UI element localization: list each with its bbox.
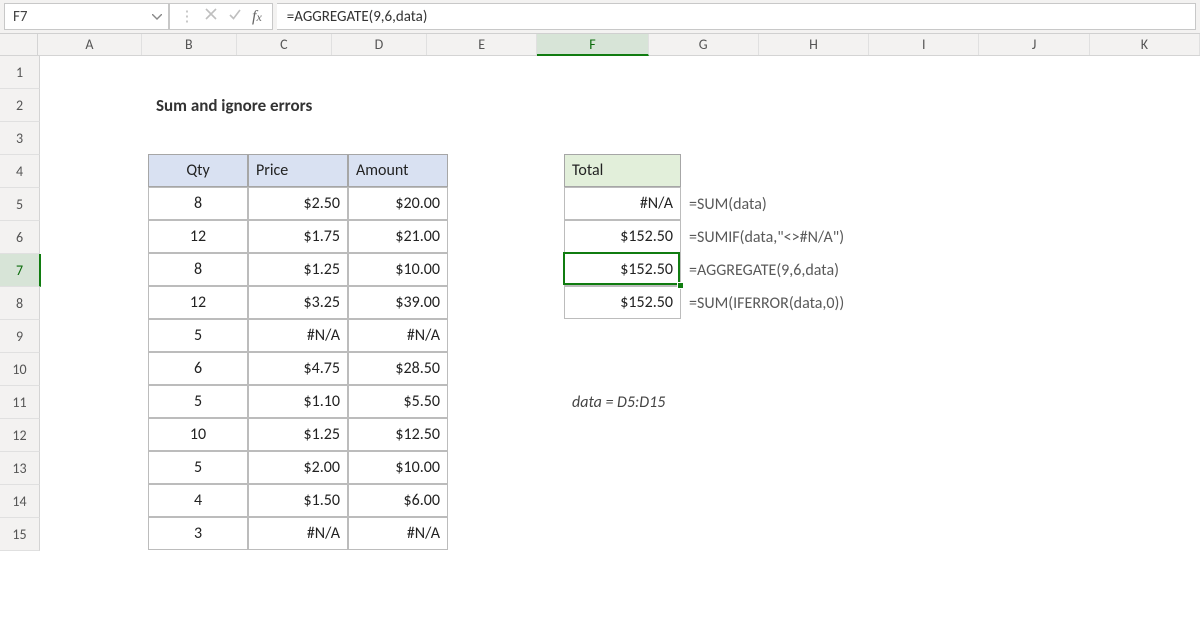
cell-qty[interactable]: 5	[148, 319, 248, 352]
cell-price[interactable]: $2.00	[248, 451, 348, 484]
cell-amount[interactable]: $10.00	[348, 451, 448, 484]
formula-bar: F7 ⋮ fx =AGGREGATE(9,6,data)	[0, 0, 1200, 34]
divider-icon: ⋮	[178, 7, 196, 26]
row-header-9[interactable]: 9	[0, 320, 40, 353]
cell-amount[interactable]: $5.50	[348, 385, 448, 418]
cell-price[interactable]: $4.75	[248, 352, 348, 385]
formula-annotation: =SUM(data)	[682, 188, 1002, 221]
named-range-note: data = D5:D15	[565, 386, 815, 419]
cell-qty[interactable]: 6	[148, 352, 248, 385]
table-header-price[interactable]: Price	[248, 154, 348, 187]
row-header-14[interactable]: 14	[0, 485, 40, 518]
chevron-down-icon[interactable]	[152, 10, 162, 23]
row-header-11[interactable]: 11	[0, 386, 40, 419]
col-header-E[interactable]: E	[427, 34, 537, 55]
formula-annotation: =SUM(IFERROR(data,0))	[682, 287, 1002, 320]
row-header-2[interactable]: 2	[0, 89, 40, 122]
cell-total[interactable]: $152.50	[564, 220, 681, 253]
row-header-7[interactable]: 7	[0, 254, 41, 287]
cell-qty[interactable]: 5	[148, 451, 248, 484]
col-header-J[interactable]: J	[979, 34, 1089, 55]
cell-price[interactable]: #N/A	[248, 517, 348, 550]
cell-qty[interactable]: 4	[148, 484, 248, 517]
cell-price[interactable]: $1.25	[248, 418, 348, 451]
row-header-4[interactable]: 4	[0, 155, 40, 188]
col-header-H[interactable]: H	[759, 34, 869, 55]
cell-amount[interactable]: $28.50	[348, 352, 448, 385]
cell-grid[interactable]: Sum and ignore errors QtyPriceAmount 8$2.5…	[40, 56, 1200, 551]
row-header-10[interactable]: 10	[0, 353, 40, 386]
row-header-12[interactable]: 12	[0, 419, 40, 452]
col-header-D[interactable]: D	[332, 34, 427, 55]
cell-total[interactable]: #N/A	[564, 187, 681, 220]
select-all-corner[interactable]	[0, 34, 38, 55]
fill-handle[interactable]	[677, 282, 684, 289]
col-header-G[interactable]: G	[649, 34, 759, 55]
cell-qty[interactable]: 8	[148, 187, 248, 220]
cell-price[interactable]: $1.25	[248, 253, 348, 286]
col-header-K[interactable]: K	[1090, 34, 1200, 55]
cell-amount[interactable]: $12.50	[348, 418, 448, 451]
row-header-6[interactable]: 6	[0, 221, 40, 254]
page-title: Sum and ignore errors	[149, 89, 549, 122]
name-box[interactable]: F7	[4, 3, 169, 30]
cell-amount[interactable]: #N/A	[348, 319, 448, 352]
formula-annotation: =SUMIF(data,"<>#N/A")	[682, 221, 1002, 254]
cell-amount[interactable]: $6.00	[348, 484, 448, 517]
cell-price[interactable]: $1.10	[248, 385, 348, 418]
cell-total[interactable]: $152.50	[564, 286, 681, 319]
formula-annotation: =AGGREGATE(9,6,data)	[682, 254, 1002, 287]
cell-qty[interactable]: 10	[148, 418, 248, 451]
table-header-amount[interactable]: Amount	[348, 154, 448, 187]
table-header-total[interactable]: Total	[564, 154, 681, 187]
formula-input[interactable]: =AGGREGATE(9,6,data)	[277, 3, 1196, 30]
formula-text: =AGGREGATE(9,6,data)	[287, 8, 428, 26]
cell-price[interactable]: $2.50	[248, 187, 348, 220]
cell-qty[interactable]: 12	[148, 220, 248, 253]
col-header-C[interactable]: C	[237, 34, 332, 55]
col-header-A[interactable]: A	[38, 34, 142, 55]
cell-qty[interactable]: 3	[148, 517, 248, 550]
cell-amount[interactable]: #N/A	[348, 517, 448, 550]
cell-price[interactable]: $3.25	[248, 286, 348, 319]
cell-amount[interactable]: $21.00	[348, 220, 448, 253]
col-header-F[interactable]: F	[537, 34, 648, 56]
cell-amount[interactable]: $39.00	[348, 286, 448, 319]
row-header-13[interactable]: 13	[0, 452, 40, 485]
column-headers: A B C D E F G H I J K	[0, 34, 1200, 56]
row-header-8[interactable]: 8	[0, 287, 40, 320]
cell-amount[interactable]: $10.00	[348, 253, 448, 286]
spreadsheet: A B C D E F G H I J K 123456789101112131…	[0, 34, 1200, 551]
cell-price[interactable]: $1.50	[248, 484, 348, 517]
cell-price[interactable]: #N/A	[248, 319, 348, 352]
row-header-1[interactable]: 1	[0, 56, 40, 89]
formula-controls: ⋮ fx	[169, 3, 273, 30]
cell-qty[interactable]: 12	[148, 286, 248, 319]
cell-qty[interactable]: 8	[148, 253, 248, 286]
cell-qty[interactable]: 5	[148, 385, 248, 418]
table-header-qty[interactable]: Qty	[148, 154, 248, 187]
row-header-3[interactable]: 3	[0, 122, 40, 155]
cell-price[interactable]: $1.75	[248, 220, 348, 253]
cell-total[interactable]: $152.50	[564, 253, 681, 286]
cell-amount[interactable]: $20.00	[348, 187, 448, 220]
row-headers: 123456789101112131415	[0, 56, 40, 551]
cancel-icon[interactable]	[204, 7, 218, 26]
row-header-15[interactable]: 15	[0, 518, 40, 551]
enter-icon[interactable]	[228, 7, 242, 26]
name-box-value: F7	[13, 8, 28, 26]
col-header-B[interactable]: B	[142, 34, 237, 55]
fx-icon[interactable]: fx	[252, 8, 266, 26]
row-header-5[interactable]: 5	[0, 188, 40, 221]
col-header-I[interactable]: I	[869, 34, 979, 55]
